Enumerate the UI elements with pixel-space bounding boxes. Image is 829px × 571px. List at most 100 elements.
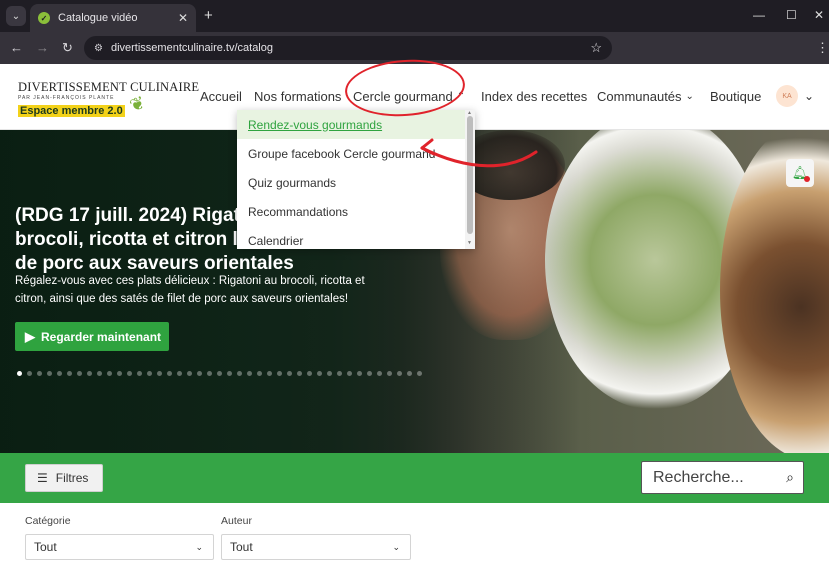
slide-dot[interactable] bbox=[227, 371, 232, 376]
category-value: Tout bbox=[34, 540, 57, 554]
notification-dot bbox=[804, 176, 810, 182]
maximize-button[interactable]: ☐ bbox=[786, 8, 797, 22]
slide-dot[interactable] bbox=[137, 371, 142, 376]
slide-dot[interactable] bbox=[67, 371, 72, 376]
author-value: Tout bbox=[230, 540, 253, 554]
watch-now-label: Regarder maintenant bbox=[41, 329, 162, 344]
logo-badge: Espace membre 2.0 bbox=[18, 105, 125, 117]
slide-dot[interactable] bbox=[27, 371, 32, 376]
slide-dot[interactable] bbox=[197, 371, 202, 376]
slide-dot[interactable] bbox=[87, 371, 92, 376]
browser-menu-icon[interactable]: ⋮ bbox=[816, 40, 829, 56]
close-window-button[interactable]: ✕ bbox=[814, 8, 824, 22]
nav-communautes[interactable]: Communautés ⌄ bbox=[597, 89, 694, 104]
close-tab-icon[interactable]: ✕ bbox=[178, 11, 188, 25]
url-text: divertissementculinaire.tv/catalog bbox=[110, 42, 273, 54]
search-icon[interactable]: ⌕ bbox=[786, 469, 794, 486]
slide-dot[interactable] bbox=[127, 371, 132, 376]
scroll-down-icon[interactable]: ▼ bbox=[467, 240, 472, 246]
nav-accueil[interactable]: Accueil bbox=[200, 89, 242, 104]
filters-button[interactable]: ☰ Filtres bbox=[25, 464, 103, 492]
author-select[interactable]: Tout ⌄ bbox=[221, 534, 411, 560]
slide-dot[interactable] bbox=[147, 371, 152, 376]
logo-subtitle: PAR JEAN-FRANÇOIS PLANTE bbox=[18, 95, 115, 101]
bookmark-star-icon[interactable]: ☆ bbox=[590, 40, 602, 56]
slide-dot[interactable] bbox=[287, 371, 292, 376]
slide-dot[interactable] bbox=[247, 371, 252, 376]
slide-dot[interactable] bbox=[357, 371, 362, 376]
chevron-down-icon: ⌄ bbox=[685, 91, 694, 102]
slide-dot[interactable] bbox=[347, 371, 352, 376]
slide-dot[interactable] bbox=[37, 371, 42, 376]
site-favicon-icon: ✓ bbox=[38, 12, 50, 24]
slide-dot[interactable] bbox=[397, 371, 402, 376]
nav-formations[interactable]: Nos formations bbox=[254, 89, 341, 104]
sliders-icon: ☰ bbox=[37, 471, 48, 485]
slide-dot[interactable] bbox=[387, 371, 392, 376]
slide-dot[interactable] bbox=[167, 371, 172, 376]
annotation-arrow bbox=[420, 138, 538, 168]
notification-bell-button[interactable]: 🔔︎ bbox=[786, 159, 814, 187]
slide-dot[interactable] bbox=[97, 371, 102, 376]
slide-dot[interactable] bbox=[187, 371, 192, 376]
tab-title: Catalogue vidéo bbox=[58, 12, 138, 24]
dropdown-item-recommandations[interactable]: Recommandations bbox=[237, 197, 465, 226]
slide-dot[interactable] bbox=[327, 371, 332, 376]
filter-bar: ☰ Filtres ⌕ bbox=[0, 453, 829, 503]
browser-tab-strip: ⌄ ✓ Catalogue vidéo ✕ + — ☐ ✕ bbox=[0, 0, 829, 32]
reload-icon[interactable]: ↻ bbox=[62, 40, 73, 56]
site-logo[interactable]: DIVERTISSEMENT CULINAIRE PAR JEAN-FRANÇO… bbox=[18, 80, 200, 120]
nav-label: Boutique bbox=[710, 89, 762, 104]
slide-dot[interactable] bbox=[217, 371, 222, 376]
tab-search-button[interactable]: ⌄ bbox=[6, 6, 26, 26]
category-label: Catégorie bbox=[25, 515, 71, 527]
nav-label: Nos formations bbox=[254, 89, 342, 104]
slide-dot[interactable] bbox=[317, 371, 322, 376]
logo-title: DIVERTISSEMENT CULINAIRE bbox=[18, 80, 200, 94]
back-arrow-icon[interactable]: ← bbox=[10, 40, 23, 55]
watch-now-button[interactable]: ▶ Regarder maintenant bbox=[15, 322, 169, 351]
slide-dot[interactable] bbox=[407, 371, 412, 376]
slide-dot[interactable] bbox=[17, 371, 22, 376]
nav-label: Accueil bbox=[200, 89, 242, 104]
account-chevron-down-icon[interactable]: ⌄ bbox=[804, 89, 814, 103]
nav-boutique[interactable]: Boutique bbox=[710, 89, 761, 104]
slide-dot[interactable] bbox=[377, 371, 382, 376]
filters-label: Filtres bbox=[55, 471, 89, 485]
slide-dot[interactable] bbox=[57, 371, 62, 376]
slide-dot[interactable] bbox=[297, 371, 302, 376]
slide-dot[interactable] bbox=[207, 371, 212, 376]
slide-dot[interactable] bbox=[277, 371, 282, 376]
hero-description: Régalez-vous avec ces plats délicieux : … bbox=[15, 275, 365, 305]
chevron-down-icon: ⌄ bbox=[392, 541, 400, 552]
slide-dot[interactable] bbox=[47, 371, 52, 376]
avatar[interactable]: KA bbox=[776, 85, 798, 107]
play-icon: ▶ bbox=[25, 328, 35, 344]
slide-dot[interactable] bbox=[117, 371, 122, 376]
author-label: Auteur bbox=[221, 515, 252, 527]
nav-label: Index des recettes bbox=[481, 89, 588, 104]
slide-dot[interactable] bbox=[77, 371, 82, 376]
category-select[interactable]: Tout ⌄ bbox=[25, 534, 214, 560]
slide-dot[interactable] bbox=[177, 371, 182, 376]
nav-index-recettes[interactable]: Index des recettes bbox=[481, 89, 587, 104]
slide-dot[interactable] bbox=[237, 371, 242, 376]
slide-dot[interactable] bbox=[257, 371, 262, 376]
chevron-down-icon: ⌄ bbox=[195, 541, 203, 552]
dropdown-item-calendrier[interactable]: Calendrier bbox=[237, 226, 465, 249]
slide-dot[interactable] bbox=[417, 371, 422, 376]
slide-dot[interactable] bbox=[307, 371, 312, 376]
slide-dot[interactable] bbox=[107, 371, 112, 376]
browser-tab[interactable]: ✓ Catalogue vidéo ✕ bbox=[30, 4, 196, 32]
slide-dot[interactable] bbox=[157, 371, 162, 376]
new-tab-button[interactable]: + bbox=[204, 7, 213, 24]
url-bar[interactable]: ⚙ divertissementculinaire.tv/catalog ☆ bbox=[84, 36, 612, 60]
slide-dot[interactable] bbox=[337, 371, 342, 376]
minimize-button[interactable]: — bbox=[753, 8, 765, 22]
slide-dot[interactable] bbox=[367, 371, 372, 376]
slide-dot[interactable] bbox=[267, 371, 272, 376]
forward-arrow-icon[interactable]: → bbox=[36, 40, 49, 55]
search-box: ⌕ bbox=[641, 461, 804, 494]
search-input[interactable] bbox=[653, 468, 768, 487]
site-info-icon[interactable]: ⚙ bbox=[94, 43, 103, 54]
